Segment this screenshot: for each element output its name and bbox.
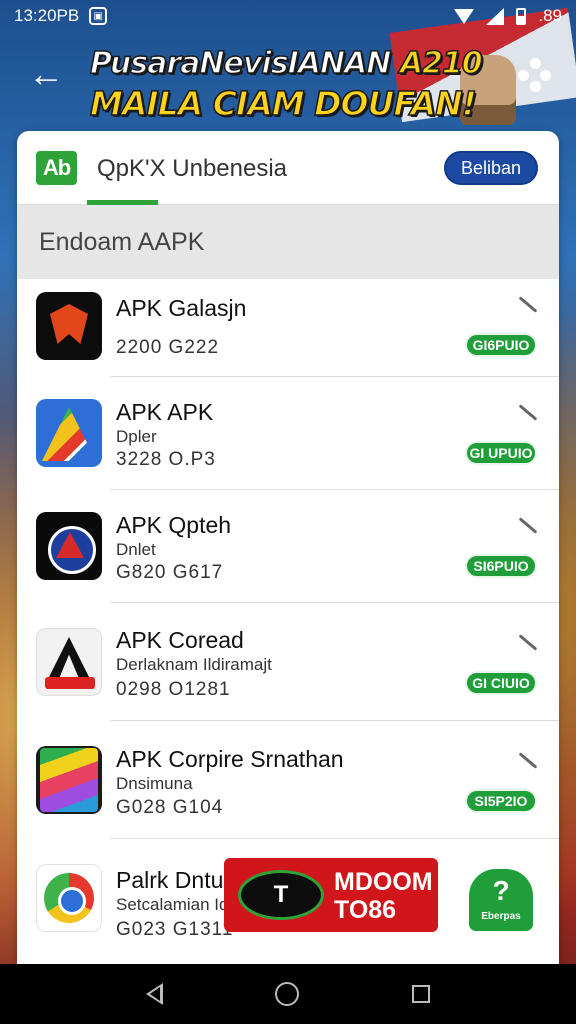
section-title: Endoam AAPK bbox=[39, 227, 205, 256]
app-list-item[interactable]: APK Corpire Srnathan Dnsimuna G028 G104 … bbox=[17, 721, 559, 839]
system-nav-bar bbox=[0, 964, 576, 1024]
store-card: Ab QpK'X Unbenesia Beliban Endoam AAPK A… bbox=[17, 131, 559, 964]
banner-line1: PusaraNevisIANAN bbox=[89, 45, 400, 82]
promo-line1: MDOOM bbox=[334, 868, 433, 896]
app-subtitle: Derlaknam Ildiramajt bbox=[116, 655, 272, 674]
app-subtitle: Dpler bbox=[116, 427, 157, 446]
promo-line2: TO86 bbox=[334, 896, 397, 924]
app-name: APK Galasjn bbox=[116, 295, 247, 321]
notification-icon: ▣ bbox=[89, 7, 108, 25]
app-subtitle: Dnsimuna bbox=[116, 774, 193, 793]
edit-icon[interactable] bbox=[518, 296, 538, 313]
back-arrow-icon[interactable]: ← bbox=[28, 56, 64, 92]
download-badge[interactable]: GI CIUIO bbox=[465, 671, 537, 695]
wifi-icon bbox=[454, 8, 475, 24]
app-meta: 0298 O1281 bbox=[116, 679, 231, 700]
app-list-item[interactable]: APK Galasjn 2200 G222 GI6PUIO bbox=[17, 279, 559, 377]
store-title[interactable]: QpK'X Unbenesia bbox=[97, 155, 287, 183]
app-name: APK Qpteh bbox=[116, 512, 232, 538]
status-time: 13:20PB bbox=[14, 6, 80, 25]
app-meta: 3228 O.P3 bbox=[116, 449, 216, 470]
edit-icon[interactable] bbox=[518, 517, 538, 534]
store-logo-icon[interactable]: Ab bbox=[36, 151, 77, 185]
app-subtitle: Dnlet bbox=[116, 540, 156, 559]
nav-recents-icon[interactable] bbox=[411, 985, 430, 1003]
help-label: Eberpas bbox=[481, 911, 521, 922]
app-icon bbox=[36, 628, 102, 696]
app-list-item[interactable]: APK APK Dpler 3228 O.P3 GI UPUIO bbox=[17, 377, 559, 490]
promo-banner[interactable]: T MDOOM TO86 bbox=[224, 858, 438, 932]
app-list-item[interactable]: APK Qpteh Dnlet G820 G617 SI6PUIO bbox=[17, 490, 559, 603]
promo-logo-icon: T bbox=[238, 870, 324, 920]
active-tab-indicator bbox=[87, 200, 158, 205]
nav-back-icon[interactable] bbox=[146, 983, 164, 1005]
app-header: ← PusaraNevisIANAN A210 MAILA CIAM DOUFA… bbox=[0, 32, 576, 132]
question-icon: ? bbox=[492, 875, 510, 906]
download-badge[interactable]: SI6PUIO bbox=[465, 554, 537, 578]
help-button[interactable]: ? Eberpas bbox=[466, 866, 536, 934]
download-badge[interactable]: SI5P2IO bbox=[465, 789, 537, 813]
edit-icon[interactable] bbox=[518, 752, 538, 769]
app-icon bbox=[36, 399, 102, 467]
banner-line2: MAILA CIAM DOUFAN! bbox=[89, 83, 477, 124]
app-meta: G820 G617 bbox=[116, 562, 224, 583]
battery-icon bbox=[516, 7, 527, 25]
download-badge[interactable]: GI6PUIO bbox=[465, 333, 537, 357]
promo-text: MDOOM TO86 bbox=[334, 868, 433, 924]
header-banner: PusaraNevisIANAN A210 MAILA CIAM DOUFAN! bbox=[89, 44, 483, 124]
app-name: APK Coread bbox=[116, 627, 244, 653]
banner-line1-accent: A210 bbox=[399, 45, 483, 82]
app-list-item[interactable]: APK Coread Derlaknam Ildiramajt 0298 O12… bbox=[17, 603, 559, 721]
status-bar: 13:20PB ▣ .89 bbox=[0, 0, 576, 32]
share-icon[interactable] bbox=[518, 58, 552, 92]
app-icon bbox=[36, 746, 102, 814]
app-icon bbox=[36, 292, 102, 360]
app-name: APK Corpire Srnathan bbox=[116, 746, 344, 772]
battery-text: .89 bbox=[538, 6, 562, 25]
section-header: Endoam AAPK bbox=[17, 205, 559, 279]
app-meta: 2200 G222 bbox=[116, 337, 220, 358]
store-toolbar: Ab QpK'X Unbenesia Beliban bbox=[17, 131, 559, 205]
app-name: APK APK bbox=[116, 399, 214, 425]
app-meta: G028 G104 bbox=[116, 797, 224, 818]
app-icon bbox=[36, 512, 102, 580]
edit-icon[interactable] bbox=[518, 634, 538, 651]
download-badge[interactable]: GI UPUIO bbox=[465, 441, 537, 465]
edit-icon[interactable] bbox=[518, 404, 538, 421]
app-icon bbox=[36, 864, 102, 932]
app-meta: G023 G1311 bbox=[116, 919, 234, 940]
action-button[interactable]: Beliban bbox=[444, 151, 538, 185]
nav-home-icon[interactable] bbox=[275, 982, 300, 1006]
signal-icon bbox=[486, 7, 505, 25]
app-name: Palrk Dntur bbox=[116, 867, 232, 893]
